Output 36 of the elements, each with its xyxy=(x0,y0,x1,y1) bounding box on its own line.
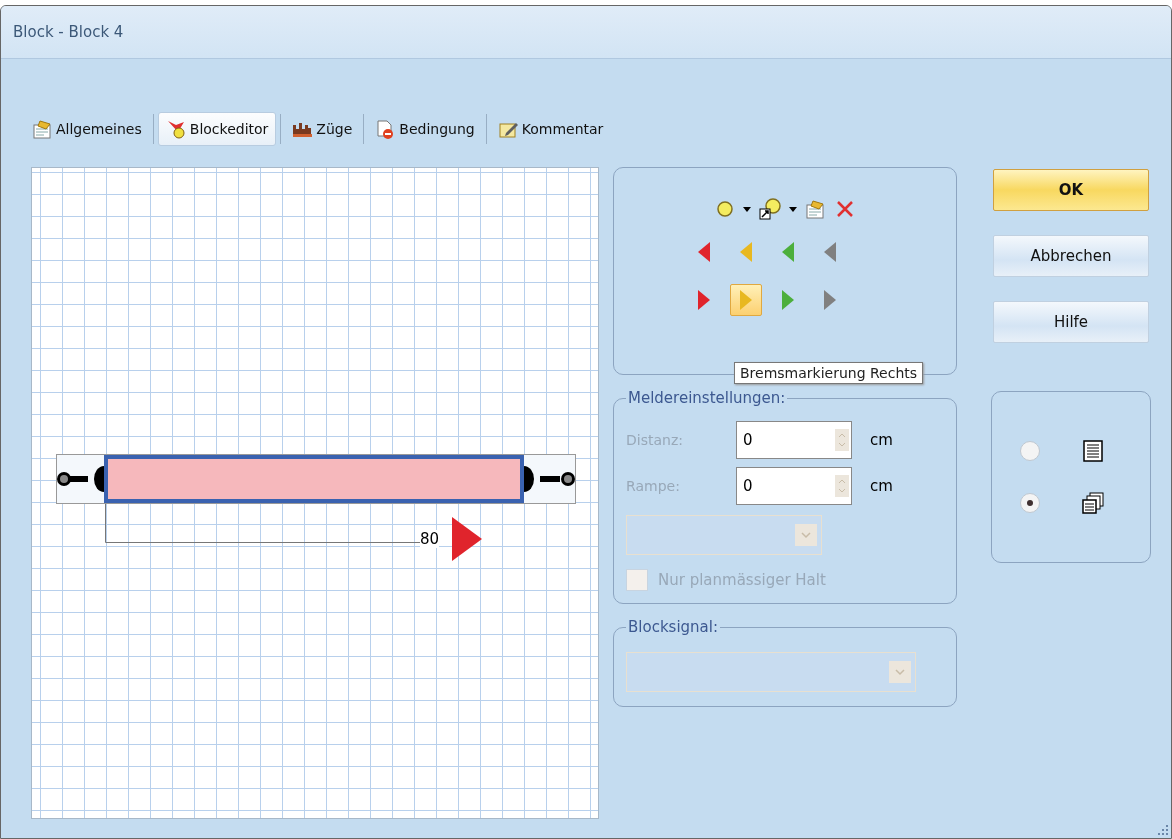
resize-grip-icon[interactable] xyxy=(1157,824,1169,836)
window-title: Block - Block 4 xyxy=(13,23,124,41)
circle-tool-icon[interactable] xyxy=(715,199,735,219)
close-icon[interactable] xyxy=(835,199,855,219)
group-legend: Blocksignal: xyxy=(626,618,720,636)
document-icon xyxy=(32,119,52,139)
spin-arrows-icon[interactable] xyxy=(835,475,849,497)
dialog-button[interactable]: Hilfe xyxy=(993,301,1149,343)
field-label: Distanz: xyxy=(626,432,684,448)
grid-canvas[interactable]: 80 xyxy=(31,167,599,819)
tab[interactable]: Bedingung xyxy=(368,113,482,145)
unit-label: cm xyxy=(870,431,893,449)
brake-marker-icon[interactable] xyxy=(451,516,483,562)
checkbox-label: Nur planmässiger Halt xyxy=(658,571,826,589)
tab[interactable]: Allgemeines xyxy=(25,113,149,145)
dropdown-arrow-icon[interactable] xyxy=(789,206,797,212)
document-stop-icon xyxy=(375,119,396,139)
marker-tool-button[interactable] xyxy=(730,284,762,316)
tooltip: Bremsmarkierung Rechts xyxy=(734,362,924,384)
tab[interactable]: Züge xyxy=(285,113,360,145)
dialog-button[interactable]: Abbrechen xyxy=(993,235,1149,277)
tab[interactable]: Blockeditor xyxy=(157,112,277,146)
field-label: Rampe: xyxy=(626,478,681,494)
group-legend: Meldereinstellungen: xyxy=(626,389,788,407)
list-icon xyxy=(1082,440,1104,462)
dialog-button[interactable]: OK xyxy=(993,169,1149,211)
speed-label: 80 xyxy=(420,530,440,548)
spin-arrows-icon[interactable] xyxy=(835,429,849,451)
unit-label: cm xyxy=(870,477,893,495)
tab[interactable]: Kommentar xyxy=(490,113,611,145)
radio-button[interactable] xyxy=(1020,441,1040,461)
properties-icon[interactable] xyxy=(805,199,827,219)
stacked-lists-icon xyxy=(1082,492,1104,514)
shortcut-circle-icon[interactable] xyxy=(759,198,781,220)
radio-button[interactable] xyxy=(1020,493,1040,513)
dropdown-arrow-icon[interactable] xyxy=(743,206,751,212)
